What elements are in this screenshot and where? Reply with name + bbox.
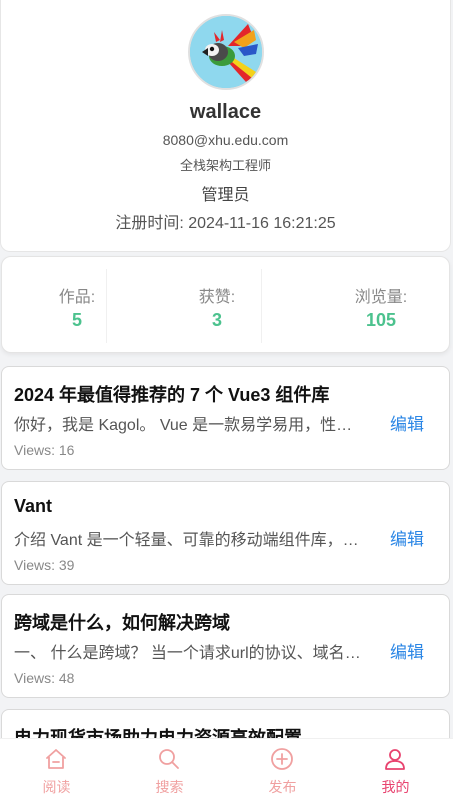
stats-card: 作品: 5 获赞: 3 浏览量: 105	[1, 256, 450, 353]
tab-publish-label: 发布	[268, 779, 297, 795]
article-views: Views: 39	[14, 557, 75, 573]
profile-page: wallace 8080@xhu.edu.com 全栈架构工程师 管理员 注册时…	[0, 0, 453, 799]
job-title: 全栈架构工程师	[179, 158, 271, 173]
registration-time: 注册时间: 2024-11-16 16:21:25	[115, 215, 336, 232]
edit-button[interactable]: 编辑	[390, 638, 424, 663]
article-title[interactable]: 跨域是什么，如何解决跨域	[14, 609, 230, 635]
stat-likes-label: 获赞:	[198, 289, 236, 306]
user-role: 管理员	[201, 187, 250, 204]
stat-works[interactable]: 作品: 5	[2, 269, 152, 343]
stat-views-label: 浏览量:	[354, 289, 408, 306]
tab-search[interactable]: 搜索	[113, 739, 226, 799]
stat-works-label: 作品:	[58, 289, 96, 306]
tab-read[interactable]: 阅读	[0, 739, 113, 799]
article-title[interactable]: 2024 年最值得推荐的 7 个 Vue3 组件库	[14, 381, 329, 407]
article-views: Views: 48	[14, 670, 75, 686]
tab-read-label: 阅读	[42, 779, 71, 795]
tab-mine-label: 我的	[381, 779, 410, 795]
home-icon	[46, 749, 66, 769]
user-email: 8080@xhu.edu.com	[162, 132, 289, 148]
article-summary: 介绍 Vant 是一个轻量、可靠的移动端组件库，于 2017 年开源	[14, 532, 362, 549]
article-title[interactable]: Vant	[14, 496, 52, 517]
stat-likes[interactable]: 获赞: 3	[142, 269, 292, 343]
bottom-tab-bar: 阅读 搜索 发布 我的	[0, 738, 453, 799]
edit-button[interactable]: 编辑	[390, 410, 424, 435]
article-summary: 一、 什么是跨域？ 当一个请求url的协议、域名、端口三者之间任意一个与当前页面…	[14, 645, 362, 662]
stat-works-value: 5	[71, 310, 82, 330]
article-views: Views: 16	[14, 442, 75, 458]
stat-views-value: 105	[365, 310, 397, 330]
tab-publish[interactable]: 发布	[226, 739, 339, 799]
username: wallace	[189, 101, 262, 123]
stat-divider	[261, 269, 262, 343]
user-icon	[385, 749, 405, 770]
article-card[interactable]: 跨域是什么，如何解决跨域 一、 什么是跨域？ 当一个请求url的协议、域名、端口…	[1, 594, 450, 698]
search-icon	[159, 749, 179, 769]
add-circle-icon	[271, 748, 293, 770]
article-summary: 你好，我是 Kagol。 Vue 是一款易学易用，性能出色，适用场景丰富的 We…	[14, 417, 362, 434]
tab-search-label: 搜索	[155, 779, 184, 795]
stat-views[interactable]: 浏览量: 105	[306, 269, 453, 343]
article-card[interactable]: 2024 年最值得推荐的 7 个 Vue3 组件库 你好，我是 Kagol。 V…	[1, 366, 450, 470]
parrot-avatar-icon	[190, 16, 262, 88]
avatar[interactable]	[188, 14, 264, 90]
stat-divider	[106, 269, 107, 343]
tab-mine[interactable]: 我的	[339, 739, 452, 799]
profile-card: wallace 8080@xhu.edu.com 全栈架构工程师 管理员 注册时…	[0, 0, 451, 252]
edit-button[interactable]: 编辑	[390, 525, 424, 550]
stat-likes-value: 3	[211, 310, 222, 330]
article-card[interactable]: Vant 介绍 Vant 是一个轻量、可靠的移动端组件库，于 2017 年开源 …	[1, 481, 450, 585]
